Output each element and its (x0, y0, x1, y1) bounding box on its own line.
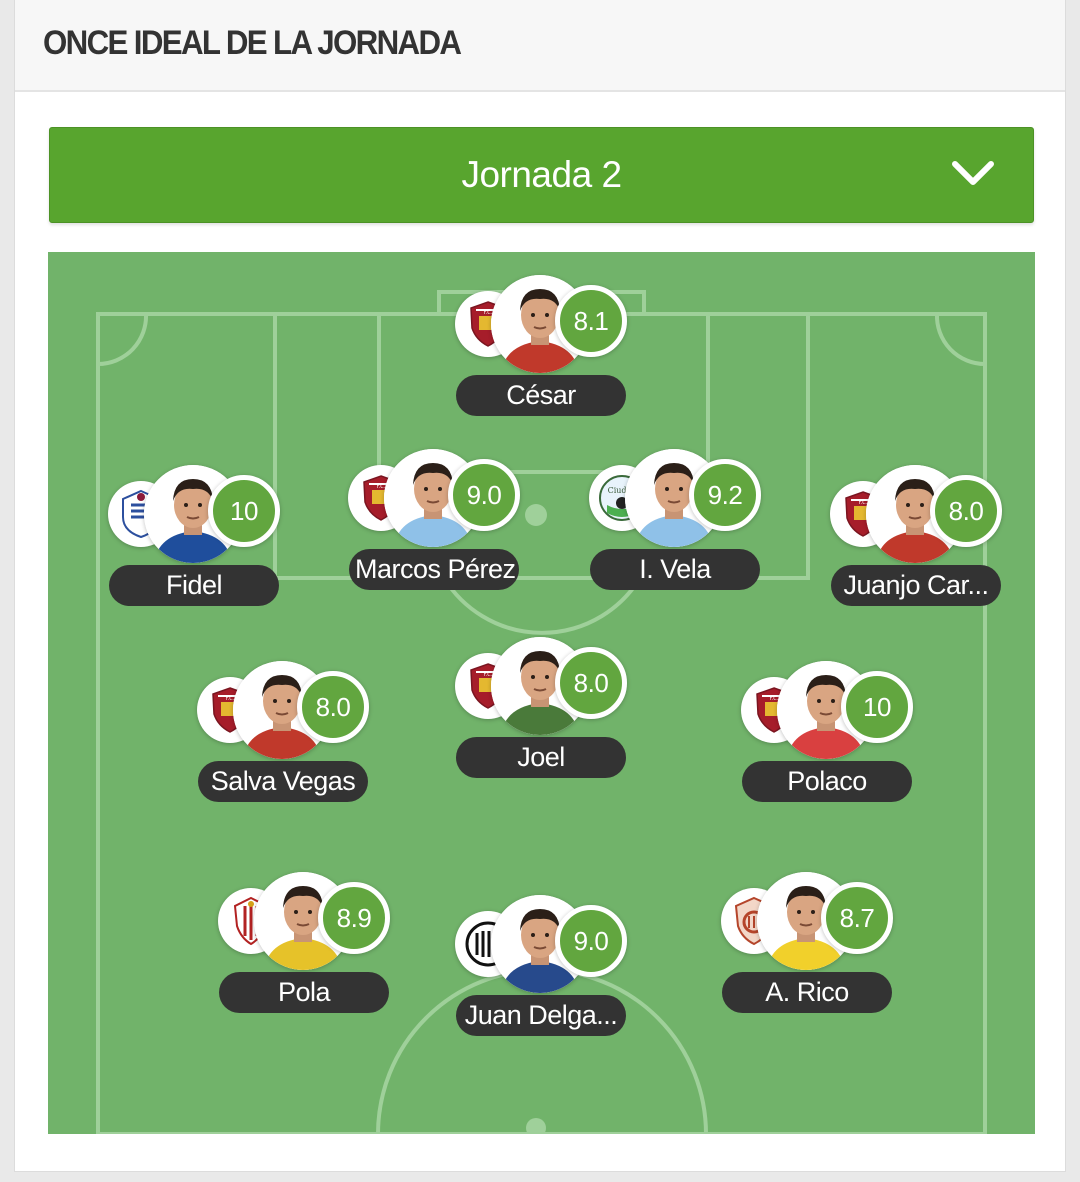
football-pitch: F.C. 8.1 César 10 Fidel F.C. 9.0 Marcos Pérez Ci… (48, 252, 1035, 1134)
player-card[interactable]: F.C. 8.1 César (441, 275, 641, 425)
player-avatar-group: F.C. 8.0 (441, 637, 641, 737)
player-card[interactable]: F.C. 9.0 Marcos Pérez (334, 449, 534, 599)
player-rating-badge: 8.9 (318, 882, 390, 954)
player-name-label: Marcos Pérez (349, 549, 519, 590)
player-rating-badge: 9.0 (448, 459, 520, 531)
player-card[interactable]: 8.9 Pola (204, 872, 404, 1022)
page-title: ONCE IDEAL DE LA JORNADA (43, 24, 462, 62)
player-name-label: Polaco (742, 761, 912, 802)
player-avatar-group: F.C. 9.0 (334, 449, 534, 549)
player-rating-badge: 10 (208, 475, 280, 547)
player-name-label: I. Vela (590, 549, 760, 590)
player-card[interactable]: 9.0 Juan Delga... (441, 895, 641, 1045)
player-avatar-group: 8.9 (204, 872, 404, 972)
player-card[interactable]: 8.7 A. Rico (707, 872, 907, 1022)
player-avatar-group: F.C. 8.1 (441, 275, 641, 375)
player-rating-badge: 8.1 (555, 285, 627, 357)
player-name-label: Juan Delga... (456, 995, 626, 1036)
player-avatar-group: F.C. 8.0 (183, 661, 383, 761)
player-name-label: Pola (219, 972, 389, 1013)
player-card[interactable]: F.C. 8.0 Juanjo Car... (816, 465, 1016, 615)
player-name-label: Juanjo Car... (831, 565, 1001, 606)
player-rating-badge: 8.0 (297, 671, 369, 743)
player-avatar-group: F.C. 8.0 (816, 465, 1016, 565)
player-card[interactable]: 10 Fidel (94, 465, 294, 615)
player-avatar-group: 10 (94, 465, 294, 565)
player-name-label: Fidel (109, 565, 279, 606)
round-selector-dropdown[interactable]: Jornada 2 (49, 127, 1034, 223)
player-card[interactable]: F.C. 8.0 Salva Vegas (183, 661, 383, 811)
team-of-the-week-card: ONCE IDEAL DE LA JORNADA Jornada 2 F.C. 8… (14, 0, 1066, 1172)
player-name-label: Salva Vegas (198, 761, 368, 802)
player-name-label: Joel (456, 737, 626, 778)
player-avatar-group: Ciudad 9.2 (575, 449, 775, 549)
player-rating-badge: 8.0 (930, 475, 1002, 547)
player-name-label: A. Rico (722, 972, 892, 1013)
player-rating-badge: 9.0 (555, 905, 627, 977)
player-avatar-group: 8.7 (707, 872, 907, 972)
player-avatar-group: F.C. 10 (727, 661, 927, 761)
player-avatar-group: 9.0 (441, 895, 641, 995)
player-rating-badge: 10 (841, 671, 913, 743)
chevron-down-icon (952, 161, 994, 185)
round-selector-label: Jornada 2 (461, 154, 622, 195)
player-name-label: César (456, 375, 626, 416)
player-rating-badge: 9.2 (689, 459, 761, 531)
player-card[interactable]: F.C. 8.0 Joel (441, 637, 641, 787)
player-card[interactable]: Ciudad 9.2 I. Vela (575, 449, 775, 599)
player-card[interactable]: F.C. 10 Polaco (727, 661, 927, 811)
player-rating-badge: 8.0 (555, 647, 627, 719)
player-rating-badge: 8.7 (821, 882, 893, 954)
card-header: ONCE IDEAL DE LA JORNADA (15, 0, 1065, 92)
